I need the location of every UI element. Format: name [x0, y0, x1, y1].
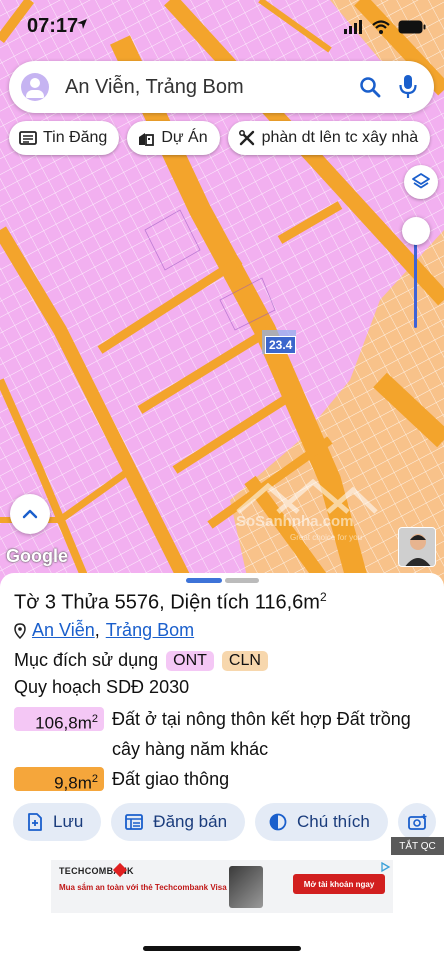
add-photo-icon — [407, 814, 427, 830]
commune-link[interactable]: An Viễn — [32, 620, 95, 641]
search-icon[interactable] — [358, 75, 382, 99]
map-pin-icon — [14, 622, 26, 639]
sheet-handle-inactive[interactable] — [225, 578, 259, 583]
newspaper-icon — [19, 131, 37, 145]
bookmark-add-icon — [28, 813, 42, 831]
watermark: SoSanhnha.com Great choice for you — [228, 478, 378, 548]
land-use-row: Mục đích sử dụng ONT CLN — [14, 650, 268, 671]
chip-du-an[interactable]: Dự Án — [127, 121, 220, 155]
close-ad-button[interactable]: TẮT QC — [391, 837, 444, 855]
add-photo-button[interactable] — [397, 803, 436, 841]
land-use-badge-ont: ONT — [166, 650, 214, 671]
layers-icon — [412, 173, 430, 189]
expand-up-button[interactable] — [10, 494, 50, 534]
parcel-number-label[interactable]: 23.4 — [265, 336, 297, 354]
area-description: Đất ở tại nông thôn kết hợp Đất trồng câ… — [112, 709, 411, 759]
parcel-title-text: Tờ 3 Thửa 5576, Diện tích 116,6m — [14, 591, 320, 614]
area-unit-sup: 2 — [91, 773, 98, 785]
area-value-box: 106,8m2 — [14, 707, 104, 733]
clock: 07:17 — [27, 15, 79, 37]
list-for-sale-label: Đăng bán — [153, 812, 228, 831]
location-arrow-icon — [77, 19, 87, 29]
area-value: 9,8m — [54, 773, 92, 793]
save-button[interactable]: Lưu — [13, 803, 102, 841]
watermark-text: SoSanhnha.com — [236, 513, 354, 530]
opacity-slider-thumb[interactable] — [402, 217, 430, 245]
chip-label: Tin Đăng — [43, 129, 108, 146]
parcel-title: Tờ 3 Thửa 5576, Diện tích 116,6m2 — [14, 590, 327, 615]
opacity-slider-track[interactable] — [414, 232, 417, 328]
legend-button-label: Chú thích — [297, 812, 370, 831]
banner-ad[interactable]: TECHCOMBANK Mua sắm an toàn với thẻ Tech… — [51, 860, 393, 913]
mic-icon[interactable] — [398, 74, 418, 100]
district-link[interactable]: Trảng Bom — [106, 620, 194, 641]
chip-label: phàn dt lên tc xây nhà — [261, 129, 419, 146]
watermark-subtext: Great choice for you — [290, 533, 363, 542]
ad-card-image — [229, 866, 263, 908]
ad-cta-button[interactable]: Mở tài khoản ngay — [293, 874, 385, 894]
listing-icon — [125, 814, 144, 830]
contrast-icon — [269, 813, 287, 831]
account-avatar[interactable] — [21, 73, 49, 101]
street-view-thumbnail[interactable] — [398, 527, 436, 567]
save-button-label: Lưu — [53, 812, 84, 831]
chip-tin-dang[interactable]: Tin Đăng — [9, 121, 120, 155]
area-value: 106,8m — [35, 713, 92, 733]
plan-label: Quy hoạch SDĐ 2030 — [14, 677, 190, 697]
filter-chips: Tin Đăng Dự Án phàn dt lên tc xây nhà — [9, 121, 431, 155]
signal-icon — [344, 20, 362, 34]
chip-phan-dt[interactable]: phàn dt lên tc xây nhà — [227, 121, 431, 155]
land-use-badge-cln: CLN — [221, 650, 268, 671]
tools-icon — [238, 130, 254, 146]
sheet-handle-active[interactable] — [186, 578, 222, 583]
parcel-info-sheet[interactable]: Tờ 3 Thửa 5576, Diện tích 116,6m2 An Viễ… — [0, 573, 444, 960]
chevron-up-icon — [22, 509, 38, 519]
status-bar: 07:17 — [0, 0, 444, 54]
location-separator: , — [94, 620, 100, 640]
search-bar[interactable]: An Viễn, Trảng Bom — [9, 61, 434, 113]
battery-icon — [398, 20, 426, 34]
ad-choices-icon[interactable] — [379, 861, 391, 873]
layers-button[interactable] — [404, 165, 438, 199]
buildings-icon — [139, 133, 155, 146]
list-for-sale-button[interactable]: Đăng bán — [111, 803, 246, 841]
chip-label: Dự Án — [161, 129, 208, 146]
google-attribution: Google — [6, 546, 68, 566]
area-value-box: 9,8m2 — [14, 767, 104, 793]
area-unit-sup: 2 — [91, 713, 98, 725]
wifi-icon — [372, 20, 390, 34]
search-input[interactable]: An Viễn, Trảng Bom — [65, 76, 244, 99]
area-description: Đất giao thông — [112, 769, 230, 789]
area-unit-sup: 2 — [319, 590, 327, 604]
location-row: An Viễn , Trảng Bom — [14, 620, 194, 641]
action-buttons: Lưu Đăng bán Chú thích — [13, 803, 436, 841]
home-indicator[interactable] — [143, 946, 301, 951]
land-use-label: Mục đích sử dụng — [14, 650, 159, 670]
legend-button[interactable]: Chú thích — [255, 803, 388, 841]
